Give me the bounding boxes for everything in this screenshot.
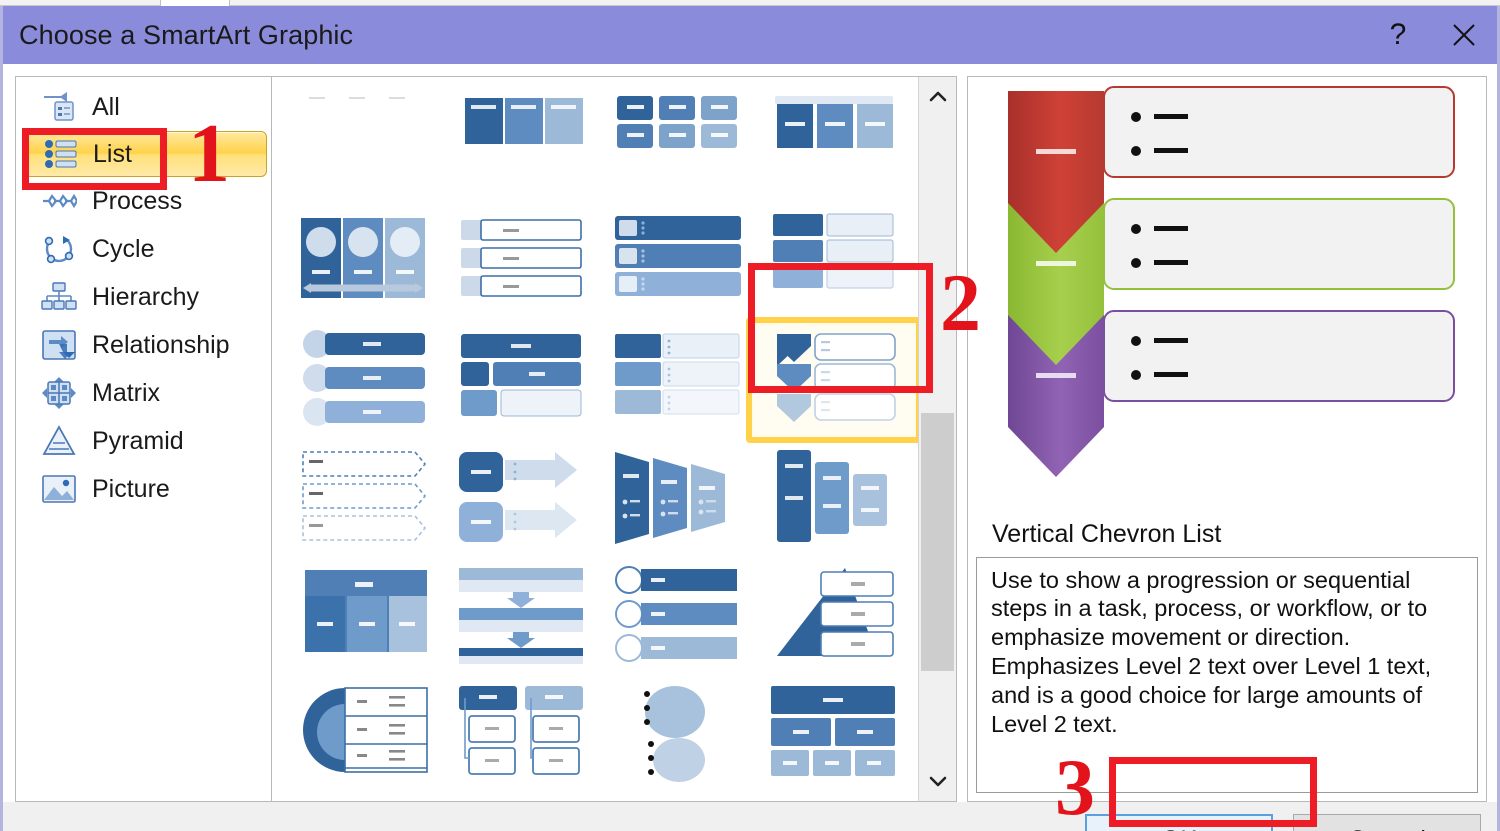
smartart-gallery-grid xyxy=(272,77,918,801)
cycle-icon xyxy=(40,231,78,267)
cancel-button[interactable]: Cancel xyxy=(1293,814,1481,831)
gallery-thumb[interactable] xyxy=(291,564,441,668)
gallery-thumb[interactable] xyxy=(759,446,909,550)
preview-layout-name: Vertical Chevron List xyxy=(992,520,1222,548)
picture-icon xyxy=(40,471,78,507)
list-icon xyxy=(41,136,79,172)
preview-description: Use to show a progression or sequential … xyxy=(976,556,1478,793)
sidebar-item-relationship[interactable]: Relationship xyxy=(16,321,271,369)
sidebar-item-label: Matrix xyxy=(92,378,161,407)
titlebar-buttons: ? xyxy=(1365,6,1497,64)
sidebar-item-picture[interactable]: Picture xyxy=(16,465,271,513)
gallery-thumb[interactable] xyxy=(291,446,441,550)
scrollbar-track[interactable] xyxy=(919,117,956,761)
gallery-thumb[interactable] xyxy=(291,92,441,196)
dialog-body: All List Process Cycle Hierarchy Relatio… xyxy=(3,64,1497,802)
gallery-thumb[interactable] xyxy=(447,446,597,550)
pyramid-icon xyxy=(40,423,78,459)
gallery-thumb[interactable] xyxy=(759,682,909,786)
gallery-thumb[interactable] xyxy=(291,682,441,786)
gallery-thumb[interactable] xyxy=(759,92,909,196)
gallery-scrollbar[interactable] xyxy=(918,77,956,801)
preview-panel: Vertical Chevron List Use to show a prog… xyxy=(967,76,1487,802)
dialog-titlebar: Choose a SmartArt Graphic ? xyxy=(3,6,1497,64)
sidebar-item-label: Pyramid xyxy=(92,426,184,455)
dialog-footer: OK Cancel xyxy=(3,802,1497,831)
sidebar-item-label: Hierarchy xyxy=(92,282,199,311)
gallery-thumb[interactable] xyxy=(447,564,597,668)
sidebar-item-label: List xyxy=(93,139,132,168)
gallery-thumb[interactable] xyxy=(603,92,753,196)
sidebar-item-label: All xyxy=(92,92,120,121)
smartart-gallery-panel xyxy=(271,76,957,802)
choose-smartart-dialog: Choose a SmartArt Graphic ? All List Pro… xyxy=(0,6,1500,831)
gallery-thumb[interactable] xyxy=(603,446,753,550)
hierarchy-icon xyxy=(40,279,78,315)
gallery-thumb[interactable] xyxy=(603,328,753,432)
sidebar-item-hierarchy[interactable]: Hierarchy xyxy=(16,273,271,321)
gallery-thumb[interactable] xyxy=(291,328,441,432)
sidebar-item-label: Process xyxy=(92,186,183,215)
all-categories-icon xyxy=(40,89,78,125)
gallery-thumb[interactable] xyxy=(759,564,909,668)
sidebar-item-list[interactable]: List xyxy=(24,131,267,177)
gallery-thumb[interactable] xyxy=(447,210,597,314)
dialog-title: Choose a SmartArt Graphic xyxy=(19,19,354,50)
ok-button[interactable]: OK xyxy=(1085,814,1273,831)
matrix-icon xyxy=(40,375,78,411)
gallery-thumb[interactable] xyxy=(603,210,753,314)
gallery-thumb-selected[interactable] xyxy=(746,317,918,443)
gallery-thumb[interactable] xyxy=(759,210,909,314)
gallery-thumb[interactable] xyxy=(447,682,597,786)
sidebar-item-process[interactable]: Process xyxy=(16,177,271,225)
close-icon[interactable] xyxy=(1431,6,1497,64)
gallery-thumb[interactable] xyxy=(603,682,753,786)
sidebar-item-cycle[interactable]: Cycle xyxy=(16,225,271,273)
gallery-thumb[interactable] xyxy=(447,328,597,432)
category-sidebar: All List Process Cycle Hierarchy Relatio… xyxy=(15,76,271,802)
smartart-dialog-screen: Choose a SmartArt Graphic ? All List Pro… xyxy=(0,0,1500,831)
gallery-thumb[interactable] xyxy=(447,92,597,196)
gallery-thumb[interactable] xyxy=(291,210,441,314)
scrollbar-thumb[interactable] xyxy=(921,413,954,671)
sidebar-item-label: Cycle xyxy=(92,234,155,263)
gallery-thumb[interactable] xyxy=(603,564,753,668)
sidebar-item-label: Relationship xyxy=(92,330,230,359)
chevron-down-icon[interactable] xyxy=(919,761,956,801)
relationship-icon xyxy=(40,327,78,363)
process-icon xyxy=(40,183,78,219)
sidebar-item-pyramid[interactable]: Pyramid xyxy=(16,417,271,465)
sidebar-item-label: Picture xyxy=(92,474,170,503)
sidebar-item-matrix[interactable]: Matrix xyxy=(16,369,271,417)
sidebar-item-all[interactable]: All xyxy=(16,83,271,131)
chevron-up-icon[interactable] xyxy=(919,77,956,117)
preview-graphic xyxy=(976,83,1478,515)
help-icon[interactable]: ? xyxy=(1365,6,1431,64)
